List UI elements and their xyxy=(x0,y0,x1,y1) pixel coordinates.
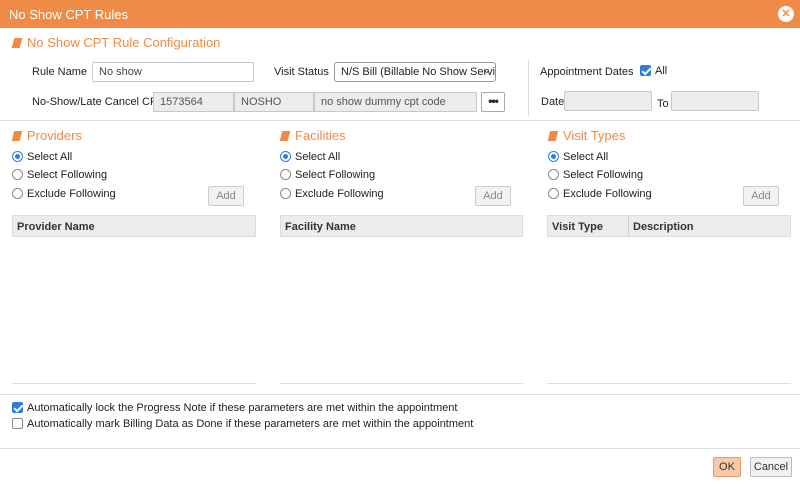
visit-types-title: Visit Types xyxy=(547,128,626,143)
providers-option-select-all[interactable]: Select All xyxy=(12,150,72,164)
option-label: Select All xyxy=(563,151,609,163)
buttons-divider xyxy=(0,448,800,449)
chevron-down-icon: ⌄ xyxy=(482,65,491,76)
footer-top-divider xyxy=(0,394,800,395)
facilities-grid-header: Facility Name xyxy=(280,215,523,237)
cpt-description-field: no show dummy cpt code xyxy=(314,92,477,112)
radio-icon[interactable] xyxy=(548,169,559,180)
column-header-description[interactable]: Description xyxy=(633,221,694,233)
option-label: Select All xyxy=(27,151,73,163)
visit-types-option-select-following[interactable]: Select Following xyxy=(548,168,643,182)
config-section-title: No Show CPT Rule Configuration xyxy=(11,35,221,50)
visit-types-option-exclude-following[interactable]: Exclude Following xyxy=(548,187,652,201)
option-label: Exclude Following xyxy=(295,188,384,200)
visit-types-grid-header: Visit Type Description xyxy=(547,215,791,237)
cpt-code-field: 1573564 xyxy=(153,92,234,112)
facilities-option-exclude-following[interactable]: Exclude Following xyxy=(280,187,384,201)
close-icon[interactable]: ✕ xyxy=(778,6,794,22)
radio-icon[interactable] xyxy=(548,151,559,162)
facilities-title: Facilities xyxy=(279,128,346,143)
providers-title-text: Providers xyxy=(27,128,82,143)
rule-name-label: Rule Name xyxy=(32,66,88,78)
option-label: Select Following xyxy=(563,169,644,181)
visit-status-value: N/S Bill (Billable No Show Servi xyxy=(341,66,496,78)
section-flag-icon xyxy=(11,38,23,48)
cpt-lookup-button[interactable]: ••• xyxy=(481,92,505,112)
appointment-dates-label: Appointment Dates xyxy=(540,66,634,78)
section-flag-icon xyxy=(11,131,23,141)
option-label: Exclude Following xyxy=(563,188,652,200)
option-label: Select Following xyxy=(295,169,376,181)
window-title: No Show CPT Rules xyxy=(9,7,128,22)
providers-option-select-following[interactable]: Select Following xyxy=(12,168,107,182)
facilities-grid-bottom xyxy=(280,383,523,384)
providers-add-button[interactable]: Add xyxy=(208,186,244,206)
section-flag-icon xyxy=(547,131,559,141)
column-header-visit-type[interactable]: Visit Type xyxy=(552,221,603,233)
section-flag-icon xyxy=(279,131,291,141)
radio-icon[interactable] xyxy=(280,151,291,162)
providers-grid-header: Provider Name xyxy=(12,215,256,237)
visit-types-title-text: Visit Types xyxy=(563,128,626,143)
option-label: Exclude Following xyxy=(27,188,116,200)
providers-grid-bottom xyxy=(12,383,256,384)
radio-icon[interactable] xyxy=(280,188,291,199)
auto-billing-option[interactable]: Automatically mark Billing Data as Done … xyxy=(12,418,473,430)
visit-types-grid-bottom xyxy=(547,383,791,384)
cancel-button[interactable]: Cancel xyxy=(750,457,792,477)
all-dates-option[interactable]: All xyxy=(640,65,667,77)
auto-lock-option[interactable]: Automatically lock the Progress Note if … xyxy=(12,402,457,414)
radio-icon[interactable] xyxy=(12,188,23,199)
facilities-option-select-following[interactable]: Select Following xyxy=(280,168,375,182)
auto-lock-label: Automatically lock the Progress Note if … xyxy=(27,402,458,414)
ok-button[interactable]: OK xyxy=(713,457,741,477)
visit-status-label: Visit Status xyxy=(274,66,329,78)
cpt-short-field: NOSHO xyxy=(234,92,314,112)
all-dates-checkbox[interactable] xyxy=(640,65,651,76)
radio-icon[interactable] xyxy=(548,188,559,199)
config-bottom-divider xyxy=(0,120,800,121)
visit-types-option-select-all[interactable]: Select All xyxy=(548,150,608,164)
auto-billing-label: Automatically mark Billing Data as Done … xyxy=(27,418,474,430)
all-dates-label: All xyxy=(655,65,668,77)
rule-name-input[interactable] xyxy=(92,62,254,82)
visit-types-add-button[interactable]: Add xyxy=(743,186,779,206)
facilities-add-button[interactable]: Add xyxy=(475,186,511,206)
auto-lock-checkbox[interactable] xyxy=(12,402,23,413)
date-to-input[interactable] xyxy=(671,91,759,111)
radio-icon[interactable] xyxy=(12,151,23,162)
option-label: Select Following xyxy=(27,169,108,181)
column-header-facility-name[interactable]: Facility Name xyxy=(285,221,356,233)
providers-option-exclude-following[interactable]: Exclude Following xyxy=(12,187,116,201)
facilities-title-text: Facilities xyxy=(295,128,346,143)
config-divider xyxy=(528,60,529,116)
providers-title: Providers xyxy=(11,128,82,143)
column-header-provider-name[interactable]: Provider Name xyxy=(17,221,95,233)
facilities-option-select-all[interactable]: Select All xyxy=(280,150,340,164)
date-from-input[interactable] xyxy=(564,91,652,111)
option-label: Select All xyxy=(295,151,341,163)
radio-icon[interactable] xyxy=(12,169,23,180)
window-titlebar: No Show CPT Rules ✕ xyxy=(0,0,800,28)
date-label: Date xyxy=(541,96,565,108)
cpt-label: No-Show/Late Cancel CPT xyxy=(32,96,165,108)
visit-status-select[interactable]: N/S Bill (Billable No Show Servi ⌄ xyxy=(334,62,496,82)
config-section-title-text: No Show CPT Rule Configuration xyxy=(27,35,221,50)
radio-icon[interactable] xyxy=(280,169,291,180)
to-label: To xyxy=(657,98,669,110)
column-divider xyxy=(628,216,629,236)
auto-billing-checkbox[interactable] xyxy=(12,418,23,429)
